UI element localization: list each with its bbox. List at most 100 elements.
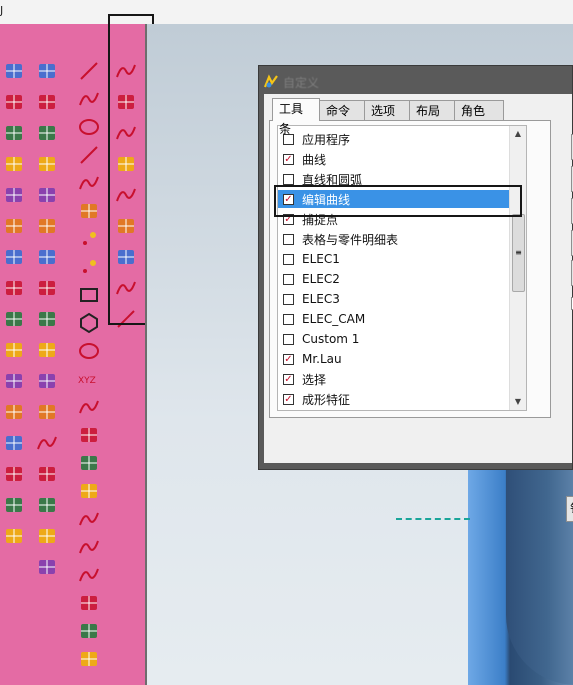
bow-icon[interactable] <box>34 368 60 394</box>
sphere-icon[interactable] <box>1 337 27 363</box>
toolbar-checkbox[interactable] <box>283 273 294 285</box>
green-surface-icon[interactable] <box>34 120 60 146</box>
toolbar-checkbox[interactable] <box>283 253 294 265</box>
toolbar-checkbox[interactable] <box>283 313 294 325</box>
list-scrollbar[interactable]: ▲ ≡ ▼ <box>509 126 526 410</box>
toolbar-list-item[interactable]: ELEC1 <box>278 250 526 268</box>
tab-roles[interactable]: 角色 <box>454 100 504 120</box>
toolbar-list-label: Custom 1 <box>302 332 360 346</box>
surface-grid-icon[interactable] <box>1 89 27 115</box>
arc-icon[interactable] <box>76 86 102 112</box>
section-icon[interactable] <box>76 618 102 644</box>
green-surface-icon[interactable] <box>34 151 60 177</box>
toolbar-list-item[interactable]: ✓ 选择 <box>278 370 526 388</box>
scroll-up-icon[interactable]: ▲ <box>510 126 526 142</box>
panel-divider[interactable] <box>145 24 147 685</box>
wave-surface-icon[interactable] <box>34 461 60 487</box>
circle-icon[interactable] <box>76 114 102 140</box>
point-curve-icon[interactable] <box>76 170 102 196</box>
line-icon[interactable] <box>76 58 102 84</box>
tab-layout[interactable]: 布局 <box>409 100 455 120</box>
project-icon[interactable] <box>76 478 102 504</box>
dialog-title-bar[interactable]: 自定义 <box>263 72 319 92</box>
swept-surface-icon[interactable] <box>1 120 27 146</box>
polygon-icon[interactable] <box>76 310 102 336</box>
xyz-icon[interactable]: XYZ <box>76 366 102 392</box>
toolbar-list-label: Mr.Lau <box>302 352 342 366</box>
center-line <box>396 518 470 520</box>
mesh-surface-icon[interactable] <box>1 182 27 208</box>
wrap-icon[interactable] <box>76 590 102 616</box>
toolbar-checkbox[interactable]: ✓ <box>283 153 294 165</box>
toolbar-list-label: 表格与零件明细表 <box>302 232 399 247</box>
bridge-icon[interactable] <box>1 399 27 425</box>
body-icon[interactable] <box>76 646 102 672</box>
toolbar-checkbox[interactable] <box>283 173 294 185</box>
tab-commands[interactable]: 命令 <box>319 100 365 120</box>
toolbar-list-item[interactable]: ELEC3 <box>278 290 526 308</box>
toolbar-list-item[interactable]: ✓ Mr.Lau <box>278 350 526 368</box>
curve-surface-icon[interactable] <box>34 430 60 456</box>
ball-icon[interactable] <box>34 492 60 518</box>
sine-icon[interactable] <box>76 394 102 420</box>
ruled-surface-icon[interactable] <box>1 151 27 177</box>
toolbar-checkbox[interactable]: ✓ <box>283 373 294 385</box>
toolbar-checkbox[interactable]: ✓ <box>283 353 294 365</box>
helix-icon[interactable] <box>76 198 102 224</box>
surface-curve-icon[interactable] <box>76 562 102 588</box>
surface-grid-icon[interactable] <box>1 58 27 84</box>
extrude-icon[interactable] <box>1 306 27 332</box>
shape-icon[interactable] <box>76 422 102 448</box>
spline-icon[interactable] <box>76 142 102 168</box>
close-button[interactable]: 钅 <box>566 496 573 522</box>
svg-text:XYZ: XYZ <box>78 376 96 386</box>
block-icon[interactable] <box>1 275 27 301</box>
surface-grid-icon[interactable] <box>34 58 60 84</box>
bridge-curve-icon[interactable] <box>76 506 102 532</box>
pin-icon[interactable] <box>34 337 60 363</box>
scroll-thumb[interactable]: ≡ <box>512 214 525 292</box>
toolbar-checkbox[interactable] <box>283 333 294 345</box>
green-mesh-icon[interactable] <box>34 244 60 270</box>
toolbar-list-label: 曲线 <box>302 152 327 167</box>
toolbar-list[interactable]: 应用程序 ✓ 曲线 直线和圆弧 ✓ 编辑曲线 ✓ 捕捉点 表格与零件明细表 ELEC1 ELEC2 E… <box>277 125 527 411</box>
toolbar-list-item[interactable]: ELEC2 <box>278 270 526 288</box>
offset-curve-icon[interactable] <box>76 534 102 560</box>
trim-icon[interactable] <box>1 492 27 518</box>
red-grid-icon[interactable] <box>34 523 60 549</box>
toolbar-checkbox[interactable] <box>283 233 294 245</box>
spike-icon[interactable] <box>34 306 60 332</box>
toolbar-list-item[interactable]: ELEC_CAM <box>278 310 526 328</box>
toolbar-list-item[interactable]: 应用程序 <box>278 130 526 148</box>
toolbar-checkbox[interactable]: ✓ <box>283 393 294 405</box>
green-surface-icon[interactable] <box>34 213 60 239</box>
fold-icon[interactable] <box>34 275 60 301</box>
sheet-icon[interactable] <box>1 244 27 270</box>
layer-icon[interactable] <box>34 399 60 425</box>
rotate-icon[interactable] <box>34 554 60 580</box>
tab-options[interactable]: 选项 <box>364 100 410 120</box>
green-surface-icon[interactable] <box>34 182 60 208</box>
toolbar-list-item[interactable]: Custom 1 <box>278 330 526 348</box>
toolbar-list-label: ELEC3 <box>302 292 340 306</box>
edit-curve-item-highlight <box>274 185 522 217</box>
scroll-down-icon[interactable]: ▼ <box>510 394 526 410</box>
rectangle-icon[interactable] <box>76 282 102 308</box>
toolbar-checkbox[interactable] <box>283 293 294 305</box>
ellipse-icon[interactable] <box>76 338 102 364</box>
tab-toolbars[interactable]: 工具条 <box>272 98 320 136</box>
dialog-body: 工具条 命令 选项 布局 角色 应用程序 ✓ 曲线 直线和圆弧 ✓ 编辑曲线 ✓ 捕捉点 表格与… <box>264 94 573 522</box>
offset-surface-icon[interactable] <box>1 461 27 487</box>
toolbar-list-item[interactable]: ✓ 成形特征 <box>278 390 526 408</box>
point-set-icon[interactable] <box>76 254 102 280</box>
plane-icon[interactable] <box>34 89 60 115</box>
tool-icon[interactable] <box>1 523 27 549</box>
toolbar-list-item[interactable]: ✓ 曲线 <box>278 150 526 168</box>
face-blend-icon[interactable] <box>1 430 27 456</box>
toolbar-list-item[interactable]: 表格与零件明细表 <box>278 230 526 248</box>
point-icon[interactable] <box>76 226 102 252</box>
combine-icon[interactable] <box>76 450 102 476</box>
step-icon[interactable] <box>1 368 27 394</box>
paint-brush-icon[interactable] <box>1 213 27 239</box>
model-body[interactable] <box>468 470 573 685</box>
